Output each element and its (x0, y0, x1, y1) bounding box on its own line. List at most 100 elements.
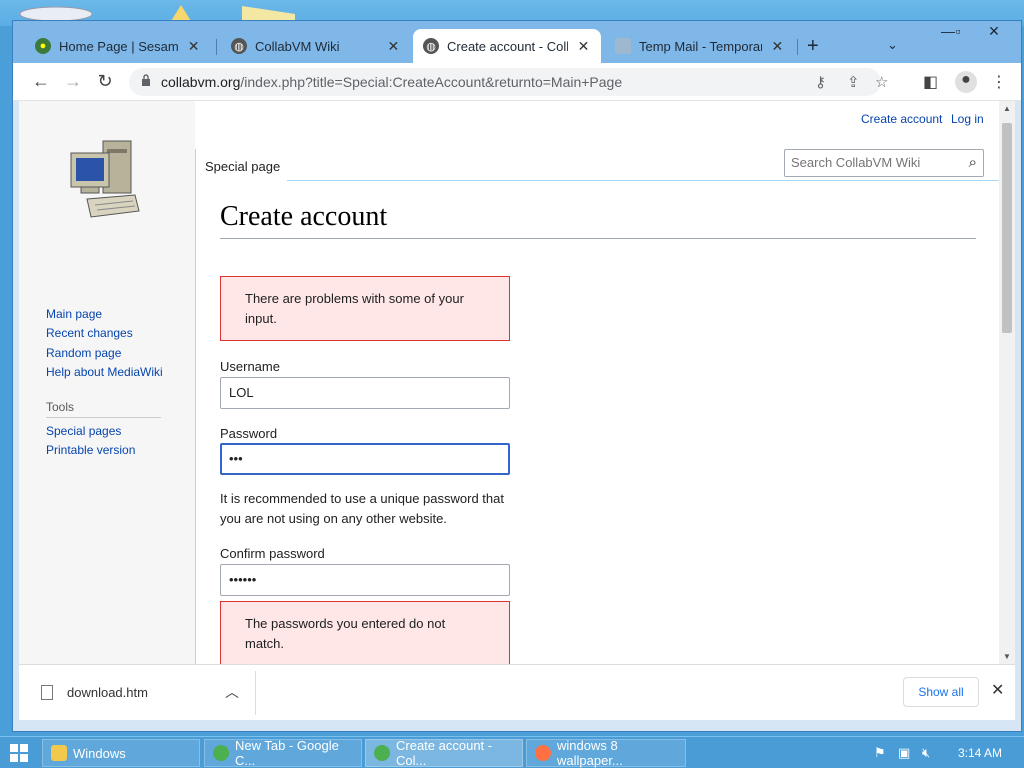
network-icon[interactable]: ▣ (898, 745, 910, 761)
nav-special-pages[interactable]: Special pages (46, 424, 121, 438)
nav-random-page[interactable]: Random page (46, 346, 121, 360)
username-field[interactable] (220, 377, 510, 409)
password-label: Password (220, 426, 278, 441)
download-filename[interactable]: download.htm (67, 685, 148, 700)
create-account-link[interactable]: Create account (861, 112, 942, 126)
search-input[interactable] (791, 155, 951, 170)
profile-avatar-icon[interactable]: ● (955, 71, 977, 93)
close-icon[interactable]: ✕ (186, 38, 201, 55)
globe-icon: ◍ (423, 38, 439, 54)
username-input[interactable] (229, 385, 499, 400)
content-left-border (195, 181, 196, 664)
tab-search-chevron-icon[interactable]: ⌄ (887, 37, 898, 53)
taskbar-item-label: New Tab - Google C... (235, 738, 339, 768)
lock-icon (142, 74, 150, 86)
password-hint: It is recommended to use a unique passwo… (220, 491, 504, 526)
page-viewport: Main page Recent changes Random page Hel… (19, 101, 1015, 664)
key-icon[interactable]: ⚷ (815, 73, 826, 91)
tab-divider (797, 39, 798, 55)
globe-icon: ◍ (231, 38, 247, 54)
windows-start-icon[interactable] (10, 744, 28, 762)
firefox-icon (535, 745, 551, 761)
error-mismatch-text: The passwords you entered do not match. (245, 616, 446, 651)
new-tab-button[interactable]: + (807, 35, 819, 58)
nav-main-page[interactable]: Main page (46, 307, 102, 321)
menu-kebab-icon[interactable]: ⋮ (991, 72, 1007, 92)
downloads-bar: download.htm ︿ Show all ✕ (19, 664, 1015, 720)
volume-muted-icon[interactable]: 🔇︎ (922, 745, 930, 761)
back-button[interactable]: ← (29, 71, 53, 92)
wiki-sidebar: Main page Recent changes Random page Hel… (19, 101, 195, 664)
taskbar-item-label: Windows (73, 745, 126, 761)
nav-help-mediawiki[interactable]: Help about MediaWiki (46, 365, 163, 379)
taskbar-item-windows[interactable]: Windows (42, 739, 200, 767)
url-path: /index.php?title=Special:CreateAccount&r… (240, 74, 623, 90)
wiki-search-box[interactable]: ⌕ (784, 149, 984, 177)
tab-special-page[interactable]: Special page (195, 149, 287, 181)
wiki-logo-icon[interactable] (69, 139, 143, 223)
password-field[interactable] (220, 443, 510, 475)
content-top-border (287, 180, 1003, 181)
tab-title: Create account - CollabVM Wiki (447, 38, 568, 54)
log-in-link[interactable]: Log in (951, 112, 984, 126)
share-icon[interactable]: ⇪ (847, 73, 860, 91)
tab-temp-mail[interactable]: Temp Mail - Temporary Email ✕ (605, 29, 795, 63)
scroll-down-icon[interactable]: ▼ (1003, 652, 1011, 661)
search-icon[interactable]: ⌕ (969, 154, 977, 171)
taskbar-item-new-tab[interactable]: New Tab - Google C... (204, 738, 362, 768)
tab-title: Home Page | Sesame Street (59, 38, 179, 54)
browser-toolbar: ← → ↻ collabvm.org/index.php?title=Speci… (13, 63, 1021, 101)
folder-icon (51, 745, 67, 761)
chevron-up-icon[interactable]: ︿ (225, 682, 239, 702)
nav-recent-changes[interactable]: Recent changes (46, 326, 133, 340)
error-mismatch-box: The passwords you entered do not match. (220, 601, 510, 664)
taskbar-item-label: windows 8 wallpaper... (557, 738, 623, 768)
maximize-button[interactable]: ▫ (943, 23, 973, 39)
browser-window: ● Home Page | Sesame Street ✕ ◍ CollabVM… (12, 20, 1022, 732)
downloads-divider (255, 671, 256, 715)
side-panel-icon[interactable]: ◧ (923, 72, 938, 92)
tab-sesame-street[interactable]: ● Home Page | Sesame Street ✕ (25, 29, 211, 63)
taskbar-clock[interactable]: 3:14 AM (958, 746, 1002, 760)
tools-divider (46, 417, 161, 418)
taskbar-item-create-account[interactable]: Create account - Col... (365, 738, 523, 768)
page-scrollbar[interactable]: ▲ ▼ (999, 101, 1015, 664)
url-text[interactable]: collabvm.org/index.php?title=Special:Cre… (161, 74, 622, 90)
scroll-up-icon[interactable]: ▲ (1003, 104, 1011, 113)
confirm-password-input[interactable] (229, 572, 499, 587)
star-icon[interactable]: ☆ (875, 73, 888, 91)
close-icon[interactable]: ✕ (770, 38, 785, 55)
title-divider (220, 238, 976, 239)
temp-mail-icon (615, 38, 631, 54)
action-center-flag-icon[interactable]: ⚑ (874, 745, 886, 761)
forward-button[interactable]: → (61, 71, 85, 92)
tab-title: CollabVM Wiki (255, 38, 340, 54)
page-title: Create account (220, 201, 388, 232)
close-window-button[interactable]: ✕ (979, 23, 1009, 40)
tab-divider (216, 39, 217, 55)
close-icon[interactable]: ✕ (991, 680, 1004, 700)
close-icon[interactable]: ✕ (386, 38, 401, 55)
reload-button[interactable]: ↻ (93, 71, 117, 92)
url-host: collabvm.org (161, 74, 241, 90)
nav-printable-version[interactable]: Printable version (46, 443, 135, 457)
password-input[interactable] (229, 451, 499, 466)
address-bar[interactable]: collabvm.org/index.php?title=Special:Cre… (129, 68, 888, 96)
tab-collabvm-wiki[interactable]: ◍ CollabVM Wiki ✕ (221, 29, 411, 63)
tab-strip: ● Home Page | Sesame Street ✕ ◍ CollabVM… (13, 21, 1021, 65)
username-label: Username (220, 359, 280, 374)
chrome-icon (374, 745, 390, 761)
close-icon[interactable]: ✕ (576, 38, 591, 55)
scroll-thumb[interactable] (1002, 123, 1012, 333)
error-problems-text: There are problems with some of your inp… (245, 291, 464, 326)
tab-title: Temp Mail - Temporary Email (639, 38, 762, 54)
error-problems-box: There are problems with some of your inp… (220, 276, 510, 341)
tab-create-account[interactable]: ◍ Create account - CollabVM Wiki ✕ (413, 29, 601, 63)
show-all-button[interactable]: Show all (903, 677, 979, 707)
taskbar: Windows New Tab - Google C... Create acc… (0, 736, 1024, 768)
taskbar-item-wallpaper[interactable]: windows 8 wallpaper... (526, 738, 686, 768)
chrome-icon (213, 745, 229, 761)
confirm-password-field[interactable] (220, 564, 510, 596)
sesame-street-icon: ● (35, 38, 51, 54)
file-icon (41, 685, 53, 700)
